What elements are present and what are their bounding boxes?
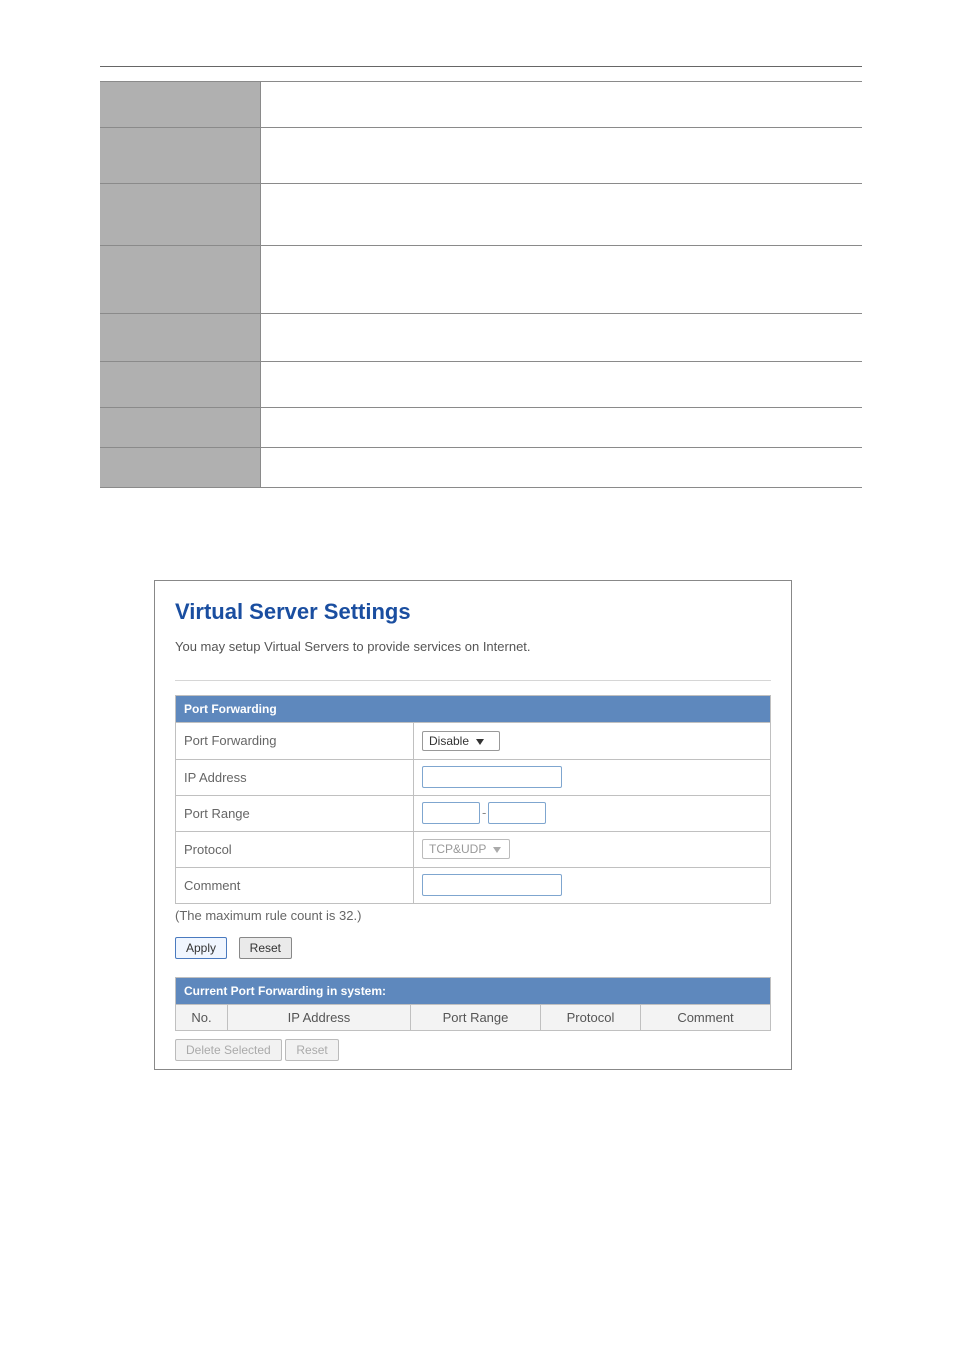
upper-row-value [260, 362, 862, 408]
upper-row-label [100, 314, 260, 362]
col-no: No. [176, 1005, 228, 1031]
virtual-server-panel: Virtual Server Settings You may setup Vi… [154, 580, 792, 1070]
max-rule-note: (The maximum rule count is 32.) [175, 908, 771, 923]
top-rule [100, 66, 862, 67]
current-forwarding-table: No. IP Address Port Range Protocol Comme… [175, 1005, 771, 1031]
panel-title: Virtual Server Settings [175, 599, 771, 625]
caret-down-icon [493, 847, 501, 853]
delete-selected-button[interactable]: Delete Selected [175, 1039, 282, 1061]
port-forwarding-select-value: Disable [429, 734, 469, 748]
comment-label: Comment [176, 867, 414, 903]
upper-row-value [260, 314, 862, 362]
col-comment: Comment [641, 1005, 771, 1031]
col-ip: IP Address [228, 1005, 411, 1031]
col-range: Port Range [411, 1005, 541, 1031]
port-forwarding-select[interactable]: Disable [422, 731, 500, 751]
current-forwarding-header: Current Port Forwarding in system: [175, 977, 771, 1005]
upper-row-value [260, 408, 862, 448]
upper-row-value [260, 448, 862, 488]
upper-row-label [100, 448, 260, 488]
port-range-from-input[interactable] [422, 802, 480, 824]
upper-row-value [260, 82, 862, 128]
upper-row-label [100, 128, 260, 184]
section-divider [175, 680, 771, 681]
port-range-label: Port Range [176, 795, 414, 831]
range-dash: - [480, 805, 488, 820]
upper-row-label [100, 362, 260, 408]
form-button-row: Apply Reset [175, 937, 771, 959]
caret-down-icon [476, 739, 484, 745]
upper-row-label [100, 82, 260, 128]
port-forwarding-header: Port Forwarding [175, 695, 771, 723]
upper-row-value [260, 246, 862, 314]
upper-row-label [100, 408, 260, 448]
reset-list-button[interactable]: Reset [285, 1039, 338, 1061]
upper-row-label [100, 246, 260, 314]
upper-row-value [260, 184, 862, 246]
upper-empty-table [100, 81, 862, 488]
upper-row-label [100, 184, 260, 246]
comment-input[interactable] [422, 874, 562, 896]
protocol-select[interactable]: TCP&UDP [422, 839, 510, 859]
ip-address-label: IP Address [176, 759, 414, 795]
protocol-select-value: TCP&UDP [429, 842, 486, 856]
apply-button[interactable]: Apply [175, 937, 227, 959]
reset-button[interactable]: Reset [239, 937, 292, 959]
list-button-row: Delete Selected Reset [175, 1039, 771, 1061]
upper-row-value [260, 128, 862, 184]
port-forwarding-form: Port Forwarding Disable IP Address Port … [175, 723, 771, 904]
port-range-to-input[interactable] [488, 802, 546, 824]
col-protocol: Protocol [541, 1005, 641, 1031]
panel-description: You may setup Virtual Servers to provide… [175, 639, 771, 654]
port-forwarding-label: Port Forwarding [176, 723, 414, 759]
ip-address-input[interactable] [422, 766, 562, 788]
protocol-label: Protocol [176, 831, 414, 867]
